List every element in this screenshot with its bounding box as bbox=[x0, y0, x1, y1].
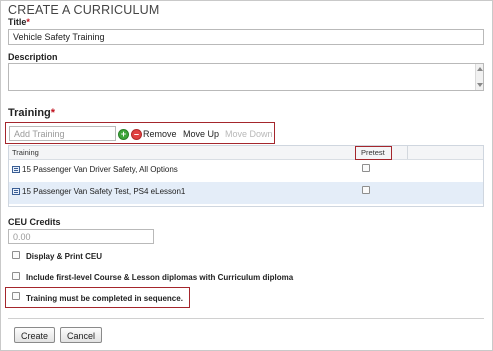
add-training-input[interactable] bbox=[9, 126, 116, 141]
lesson-icon bbox=[12, 188, 20, 195]
description-textarea[interactable] bbox=[8, 63, 484, 91]
training-name: 15 Passenger Van Safety Test, PS4 eLesso… bbox=[22, 187, 186, 196]
pretest-column-highlight bbox=[355, 146, 392, 160]
cancel-button[interactable]: Cancel bbox=[60, 327, 102, 343]
column-header-training[interactable]: Training bbox=[12, 148, 39, 157]
minus-icon[interactable]: – bbox=[131, 129, 142, 140]
title-input[interactable] bbox=[8, 29, 484, 45]
training-name: 15 Passenger Van Driver Safety, All Opti… bbox=[22, 165, 178, 174]
plus-icon[interactable]: + bbox=[118, 129, 129, 140]
table-header: Training Pretest bbox=[9, 146, 483, 160]
footer-divider bbox=[8, 318, 484, 319]
table-row[interactable]: 15 Passenger Van Safety Test, PS4 eLesso… bbox=[9, 182, 483, 204]
description-scrollbar[interactable] bbox=[475, 64, 483, 90]
display-print-ceu-label: Display & Print CEU bbox=[26, 252, 103, 261]
display-print-ceu-checkbox[interactable] bbox=[12, 251, 20, 259]
create-button[interactable]: Create bbox=[14, 327, 55, 343]
training-section-label: Training* bbox=[8, 107, 56, 119]
title-label: Title* bbox=[8, 17, 30, 27]
move-up-button[interactable]: Move Up bbox=[183, 129, 219, 139]
table-row[interactable]: 15 Passenger Van Driver Safety, All Opti… bbox=[9, 160, 483, 182]
page-title: CREATE A CURRICULUM bbox=[8, 3, 160, 17]
include-diplomas-label: Include first-level Course & Lesson dipl… bbox=[26, 273, 294, 282]
training-table: Training Pretest 15 Passenger Van Driver… bbox=[8, 145, 484, 207]
move-down-button[interactable]: Move Down bbox=[225, 129, 273, 139]
ceu-credits-input[interactable] bbox=[8, 229, 154, 244]
description-wrapper bbox=[8, 63, 484, 91]
column-divider bbox=[407, 146, 408, 159]
include-diplomas-checkbox[interactable] bbox=[12, 272, 20, 280]
description-label: Description bbox=[8, 52, 58, 62]
sequence-label: Training must be completed in sequence. bbox=[26, 294, 183, 303]
ceu-credits-label: CEU Credits bbox=[8, 217, 61, 227]
pretest-checkbox[interactable] bbox=[362, 164, 370, 172]
lesson-icon bbox=[12, 166, 20, 173]
sequence-checkbox[interactable] bbox=[12, 292, 20, 300]
remove-button[interactable]: Remove bbox=[143, 129, 177, 139]
scroll-down-icon[interactable] bbox=[477, 83, 483, 87]
scroll-up-icon[interactable] bbox=[477, 67, 483, 71]
pretest-checkbox[interactable] bbox=[362, 186, 370, 194]
